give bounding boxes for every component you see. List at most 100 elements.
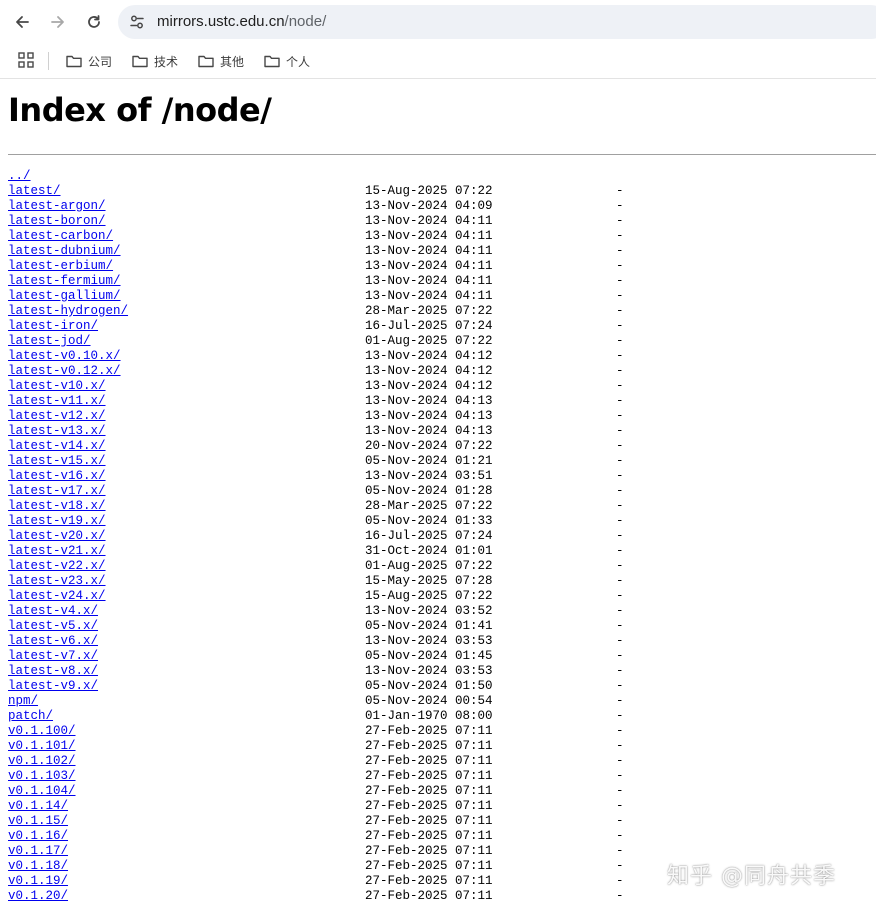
entry-link[interactable]: v0.1.20/ bbox=[8, 889, 68, 904]
entry-link[interactable]: v0.1.104/ bbox=[8, 784, 76, 799]
entry-size: - bbox=[616, 589, 624, 603]
entry-date: 13-Nov-2024 03:52 bbox=[365, 604, 493, 618]
table-row: latest-v8.x/13-Nov-2024 03:53 - bbox=[8, 664, 876, 679]
entry-link[interactable]: latest-argon/ bbox=[8, 199, 106, 214]
entry-link[interactable]: v0.1.103/ bbox=[8, 769, 76, 784]
entry-link[interactable]: latest-v20.x/ bbox=[8, 529, 106, 544]
entry-link[interactable]: latest-v4.x/ bbox=[8, 604, 98, 619]
entry-link[interactable]: v0.1.100/ bbox=[8, 724, 76, 739]
entry-link[interactable]: latest-v23.x/ bbox=[8, 574, 106, 589]
entry-link[interactable]: latest-v0.12.x/ bbox=[8, 364, 121, 379]
reload-button[interactable] bbox=[80, 8, 108, 36]
entry-date: 28-Mar-2025 07:22 bbox=[365, 304, 493, 318]
entry-link[interactable]: latest-v7.x/ bbox=[8, 649, 98, 664]
entry-date: 15-Aug-2025 07:22 bbox=[365, 184, 493, 198]
entry-link[interactable]: latest-v22.x/ bbox=[8, 559, 106, 574]
apps-grid-icon[interactable] bbox=[18, 52, 34, 68]
entry-date: 05-Nov-2024 01:50 bbox=[365, 679, 493, 693]
entry-link[interactable]: patch/ bbox=[8, 709, 53, 724]
bookmark-folder-personal[interactable]: 个人 bbox=[264, 50, 310, 72]
page-title: Index of /node/ bbox=[8, 91, 272, 129]
bookmark-folder-company[interactable]: 公司 bbox=[66, 50, 112, 72]
entry-date: 05-Nov-2024 00:54 bbox=[365, 694, 493, 708]
entry-size: - bbox=[616, 394, 624, 408]
entry-size: - bbox=[616, 484, 624, 498]
entry-date: 27-Feb-2025 07:11 bbox=[365, 724, 493, 738]
entry-link[interactable]: latest-carbon/ bbox=[8, 229, 113, 244]
entry-link[interactable]: v0.1.102/ bbox=[8, 754, 76, 769]
entry-link[interactable]: latest-v9.x/ bbox=[8, 679, 98, 694]
entry-link[interactable]: latest-v19.x/ bbox=[8, 514, 106, 529]
entry-size: - bbox=[616, 349, 624, 363]
bookmark-folder-tech[interactable]: 技术 bbox=[132, 50, 178, 72]
entry-date: 13-Nov-2024 04:13 bbox=[365, 394, 493, 408]
entry-date: 13-Nov-2024 04:11 bbox=[365, 229, 493, 243]
table-row: latest-v14.x/20-Nov-2024 07:22 - bbox=[8, 439, 876, 454]
bookmark-label: 技术 bbox=[154, 54, 179, 69]
entry-link[interactable]: latest-v10.x/ bbox=[8, 379, 106, 394]
table-row: latest-v24.x/15-Aug-2025 07:22 - bbox=[8, 589, 876, 604]
table-row: v0.1.104/27-Feb-2025 07:11 - bbox=[8, 784, 876, 799]
entry-link[interactable]: latest-hydrogen/ bbox=[8, 304, 128, 319]
entry-link[interactable]: v0.1.14/ bbox=[8, 799, 68, 814]
entry-link[interactable]: v0.1.19/ bbox=[8, 874, 68, 889]
table-row: v0.1.16/27-Feb-2025 07:11 - bbox=[8, 829, 876, 844]
entry-link[interactable]: latest-jod/ bbox=[8, 334, 91, 349]
entry-link[interactable]: v0.1.15/ bbox=[8, 814, 68, 829]
entry-link[interactable]: latest-iron/ bbox=[8, 319, 98, 334]
entry-date: 16-Jul-2025 07:24 bbox=[365, 319, 493, 333]
entry-link[interactable]: latest-erbium/ bbox=[8, 259, 113, 274]
back-button[interactable] bbox=[8, 8, 36, 36]
entry-link[interactable]: latest-v6.x/ bbox=[8, 634, 98, 649]
entry-link[interactable]: latest-v11.x/ bbox=[8, 394, 106, 409]
entry-size: - bbox=[616, 184, 624, 198]
entry-link[interactable]: latest-v16.x/ bbox=[8, 469, 106, 484]
entry-link[interactable]: v0.1.18/ bbox=[8, 859, 68, 874]
entry-link[interactable]: latest-v17.x/ bbox=[8, 484, 106, 499]
entry-date: 13-Nov-2024 04:11 bbox=[365, 274, 493, 288]
entry-link[interactable]: latest-dubnium/ bbox=[8, 244, 121, 259]
divider bbox=[8, 154, 876, 155]
entry-date: 28-Mar-2025 07:22 bbox=[365, 499, 493, 513]
forward-button[interactable] bbox=[44, 8, 72, 36]
entry-link[interactable]: latest-v5.x/ bbox=[8, 619, 98, 634]
entry-link[interactable]: latest-fermium/ bbox=[8, 274, 121, 289]
parent-directory-link[interactable]: ../ bbox=[8, 169, 31, 184]
entry-link[interactable]: v0.1.101/ bbox=[8, 739, 76, 754]
entry-link[interactable]: latest-v0.10.x/ bbox=[8, 349, 121, 364]
entry-size: - bbox=[616, 454, 624, 468]
entry-link[interactable]: v0.1.16/ bbox=[8, 829, 68, 844]
entry-date: 27-Feb-2025 07:11 bbox=[365, 889, 493, 903]
entry-date: 01-Jan-1970 08:00 bbox=[365, 709, 493, 723]
entry-link[interactable]: latest-gallium/ bbox=[8, 289, 121, 304]
entry-link[interactable]: npm/ bbox=[8, 694, 38, 709]
entry-link[interactable]: latest-v14.x/ bbox=[8, 439, 106, 454]
folder-icon bbox=[66, 55, 82, 68]
table-row: npm/05-Nov-2024 00:54 - bbox=[8, 694, 876, 709]
entry-size: - bbox=[616, 694, 624, 708]
bookmark-folder-other[interactable]: 其他 bbox=[198, 50, 244, 72]
entry-date: 05-Nov-2024 01:21 bbox=[365, 454, 493, 468]
entry-link[interactable]: latest-v12.x/ bbox=[8, 409, 106, 424]
entry-size: - bbox=[616, 844, 624, 858]
entry-date: 01-Aug-2025 07:22 bbox=[365, 559, 493, 573]
entry-link[interactable]: latest/ bbox=[8, 184, 61, 199]
entry-link[interactable]: latest-v18.x/ bbox=[8, 499, 106, 514]
url-text[interactable]: mirrors.ustc.edu.cn/node/ bbox=[157, 13, 326, 30]
entry-link[interactable]: latest-v13.x/ bbox=[8, 424, 106, 439]
entry-link[interactable]: latest-v15.x/ bbox=[8, 454, 106, 469]
entry-date: 27-Feb-2025 07:11 bbox=[365, 829, 493, 843]
entry-size: - bbox=[616, 499, 624, 513]
table-row: latest-iron/16-Jul-2025 07:24 - bbox=[8, 319, 876, 334]
entry-link[interactable]: latest-v24.x/ bbox=[8, 589, 106, 604]
bookmarks-divider bbox=[48, 52, 49, 70]
address-bar[interactable]: mirrors.ustc.edu.cn/node/ bbox=[118, 5, 876, 39]
entry-link[interactable]: v0.1.17/ bbox=[8, 844, 68, 859]
bookmark-label: 个人 bbox=[286, 54, 311, 69]
entry-date: 27-Feb-2025 07:11 bbox=[365, 739, 493, 753]
entry-link[interactable]: latest-v8.x/ bbox=[8, 664, 98, 679]
entry-size: - bbox=[616, 604, 624, 618]
entry-link[interactable]: latest-boron/ bbox=[8, 214, 106, 229]
site-info-icon[interactable] bbox=[128, 13, 146, 31]
entry-link[interactable]: latest-v21.x/ bbox=[8, 544, 106, 559]
